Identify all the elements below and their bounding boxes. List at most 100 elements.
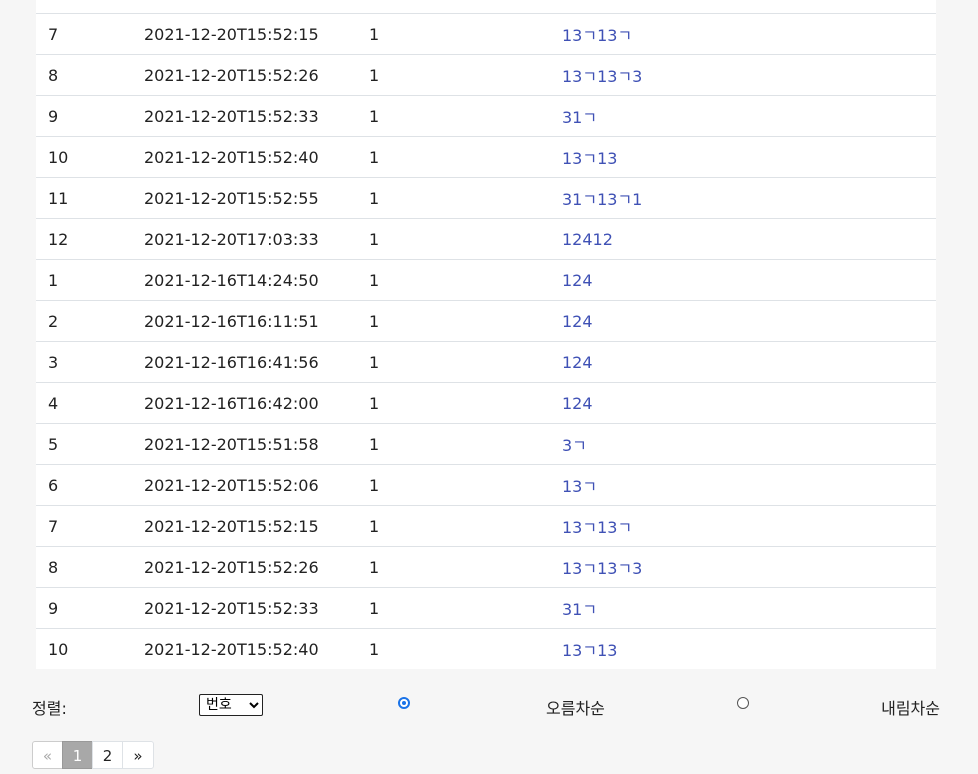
cell-title: 124 (562, 394, 936, 413)
table-row: 1 2021-12-16T14:24:50 1 124 (36, 260, 936, 301)
cell-title: 3ㄱ (562, 432, 936, 456)
cell-number: 9 (48, 106, 59, 126)
cell-date: 2021-12-20T15:52:55 (144, 188, 319, 208)
cell-title: 13ㄱ13 (562, 145, 936, 169)
post-title-link[interactable]: 13ㄱ13 (562, 641, 617, 660)
cell-count: 1 (369, 557, 380, 577)
cell-date: 2021-12-16T16:11:51 (144, 311, 319, 331)
cell-date: 2021-12-20T17:03:33 (144, 229, 319, 249)
post-title-link[interactable]: 13ㄱ13ㄱ (562, 518, 632, 537)
cell-number: 11 (48, 188, 69, 208)
table-row: 8 2021-12-20T15:52:26 1 13ㄱ13ㄱ3 (36, 55, 936, 96)
post-title-link[interactable]: 31ㄱ13ㄱ1 (562, 190, 642, 209)
cell-date: 2021-12-20T15:52:06 (144, 475, 319, 495)
cell-number: 8 (48, 557, 59, 577)
cell-count: 1 (369, 475, 380, 495)
table-row: 10 2021-12-20T15:52:40 1 13ㄱ13 (36, 629, 936, 669)
post-title-link[interactable]: 31ㄱ (562, 108, 597, 127)
cell-number: 9 (48, 598, 59, 618)
pagination-page-2[interactable]: 2 (92, 741, 123, 769)
cell-number: 2 (48, 311, 59, 331)
cell-count: 1 (369, 65, 380, 85)
cell-count: 1 (369, 311, 380, 331)
cell-date: 2021-12-20T15:52:40 (144, 147, 319, 167)
post-title-link[interactable]: 13ㄱ13ㄱ3 (562, 67, 642, 86)
post-title-link[interactable]: 3ㄱ (562, 436, 587, 455)
sort-field-select[interactable]: 번호 (199, 694, 263, 716)
cell-date: 2021-12-20T15:52:15 (144, 24, 319, 44)
pagination-next-button[interactable]: » (122, 741, 154, 769)
table-row: 12 2021-12-20T17:03:33 1 12412 (36, 219, 936, 260)
cell-title: 13ㄱ13ㄱ (562, 22, 936, 46)
post-title-link[interactable]: 13ㄱ (562, 477, 597, 496)
cell-count: 1 (369, 516, 380, 536)
cell-date: 2021-12-20T15:52:33 (144, 106, 319, 126)
sort-desc-radio[interactable] (737, 697, 749, 709)
cell-count: 1 (369, 106, 380, 126)
cell-number: 8 (48, 65, 59, 85)
cell-number: 12 (48, 229, 69, 249)
cell-count: 1 (369, 434, 380, 454)
cell-count: 1 (369, 188, 380, 208)
cell-date: 2021-12-16T16:41:56 (144, 352, 319, 372)
post-title-link[interactable]: 124 (562, 394, 593, 413)
table-row: 9 2021-12-20T15:52:33 1 31ㄱ (36, 588, 936, 629)
cell-number: 7 (48, 516, 59, 536)
post-title-link[interactable]: 13ㄱ13 (562, 149, 617, 168)
post-title-link[interactable]: 124 (562, 271, 593, 290)
cell-count: 1 (369, 639, 380, 659)
table-row: 7 2021-12-20T15:52:15 1 13ㄱ13ㄱ (36, 506, 936, 547)
table-row: 9 2021-12-20T15:52:33 1 31ㄱ (36, 96, 936, 137)
post-title-link[interactable]: 124 (562, 312, 593, 331)
post-title-link[interactable]: 13ㄱ13ㄱ (562, 26, 632, 45)
cell-count: 1 (369, 352, 380, 372)
cell-date: 2021-12-20T15:51:58 (144, 434, 319, 454)
sort-controls: 정렬: 번호 오름차순 내림차순 (32, 693, 940, 718)
post-title-link[interactable]: 31ㄱ (562, 600, 597, 619)
cell-date: 2021-12-20T15:52:40 (144, 639, 319, 659)
table-row: 8 2021-12-20T15:52:26 1 13ㄱ13ㄱ3 (36, 547, 936, 588)
sort-asc-radio[interactable] (398, 697, 410, 709)
cell-title: 31ㄱ13ㄱ1 (562, 186, 936, 210)
cell-number: 3 (48, 352, 59, 372)
post-table: 7 2021-12-20T15:52:15 1 13ㄱ13ㄱ 8 2021-12-20T1… (36, 0, 936, 669)
post-title-link[interactable]: 124 (562, 353, 593, 372)
cell-title: 13ㄱ13 (562, 637, 936, 661)
cell-date: 2021-12-20T15:52:15 (144, 516, 319, 536)
cell-title: 13ㄱ (562, 473, 936, 497)
pagination-page-1[interactable]: 1 (62, 741, 93, 769)
cell-number: 4 (48, 393, 59, 413)
cell-title: 31ㄱ (562, 104, 936, 128)
cell-count: 1 (369, 598, 380, 618)
table-row: 11 2021-12-20T15:52:55 1 31ㄱ13ㄱ1 (36, 178, 936, 219)
sort-desc-label: 내림차순 (881, 699, 940, 718)
post-title-link[interactable]: 12412 (562, 230, 613, 249)
sort-label: 정렬: (32, 699, 67, 718)
table-row: 5 2021-12-20T15:51:58 1 3ㄱ (36, 424, 936, 465)
cell-title: 12412 (562, 230, 936, 249)
cell-date: 2021-12-16T14:24:50 (144, 270, 319, 290)
table-row: 3 2021-12-16T16:41:56 1 124 (36, 342, 936, 383)
cell-title: 124 (562, 271, 936, 290)
pagination-prev-button[interactable]: « (32, 741, 63, 769)
cell-title: 13ㄱ13ㄱ (562, 514, 936, 538)
cell-count: 1 (369, 229, 380, 249)
cell-number: 1 (48, 270, 59, 290)
cell-number: 10 (48, 639, 69, 659)
cell-count: 1 (369, 393, 380, 413)
table-row-partial (36, 0, 936, 14)
table-row: 2 2021-12-16T16:11:51 1 124 (36, 301, 936, 342)
post-title-link[interactable]: 13ㄱ13ㄱ3 (562, 559, 642, 578)
cell-number: 10 (48, 147, 69, 167)
table-row: 10 2021-12-20T15:52:40 1 13ㄱ13 (36, 137, 936, 178)
table-row: 6 2021-12-20T15:52:06 1 13ㄱ (36, 465, 936, 506)
cell-number: 7 (48, 24, 59, 44)
cell-date: 2021-12-20T15:52:33 (144, 598, 319, 618)
table-body: 7 2021-12-20T15:52:15 1 13ㄱ13ㄱ 8 2021-12-20T1… (36, 14, 936, 669)
cell-title: 13ㄱ13ㄱ3 (562, 63, 936, 87)
cell-title: 124 (562, 312, 936, 331)
sort-asc-label: 오름차순 (546, 699, 605, 718)
cell-date: 2021-12-20T15:52:26 (144, 65, 319, 85)
cell-title: 13ㄱ13ㄱ3 (562, 555, 936, 579)
cell-count: 1 (369, 270, 380, 290)
